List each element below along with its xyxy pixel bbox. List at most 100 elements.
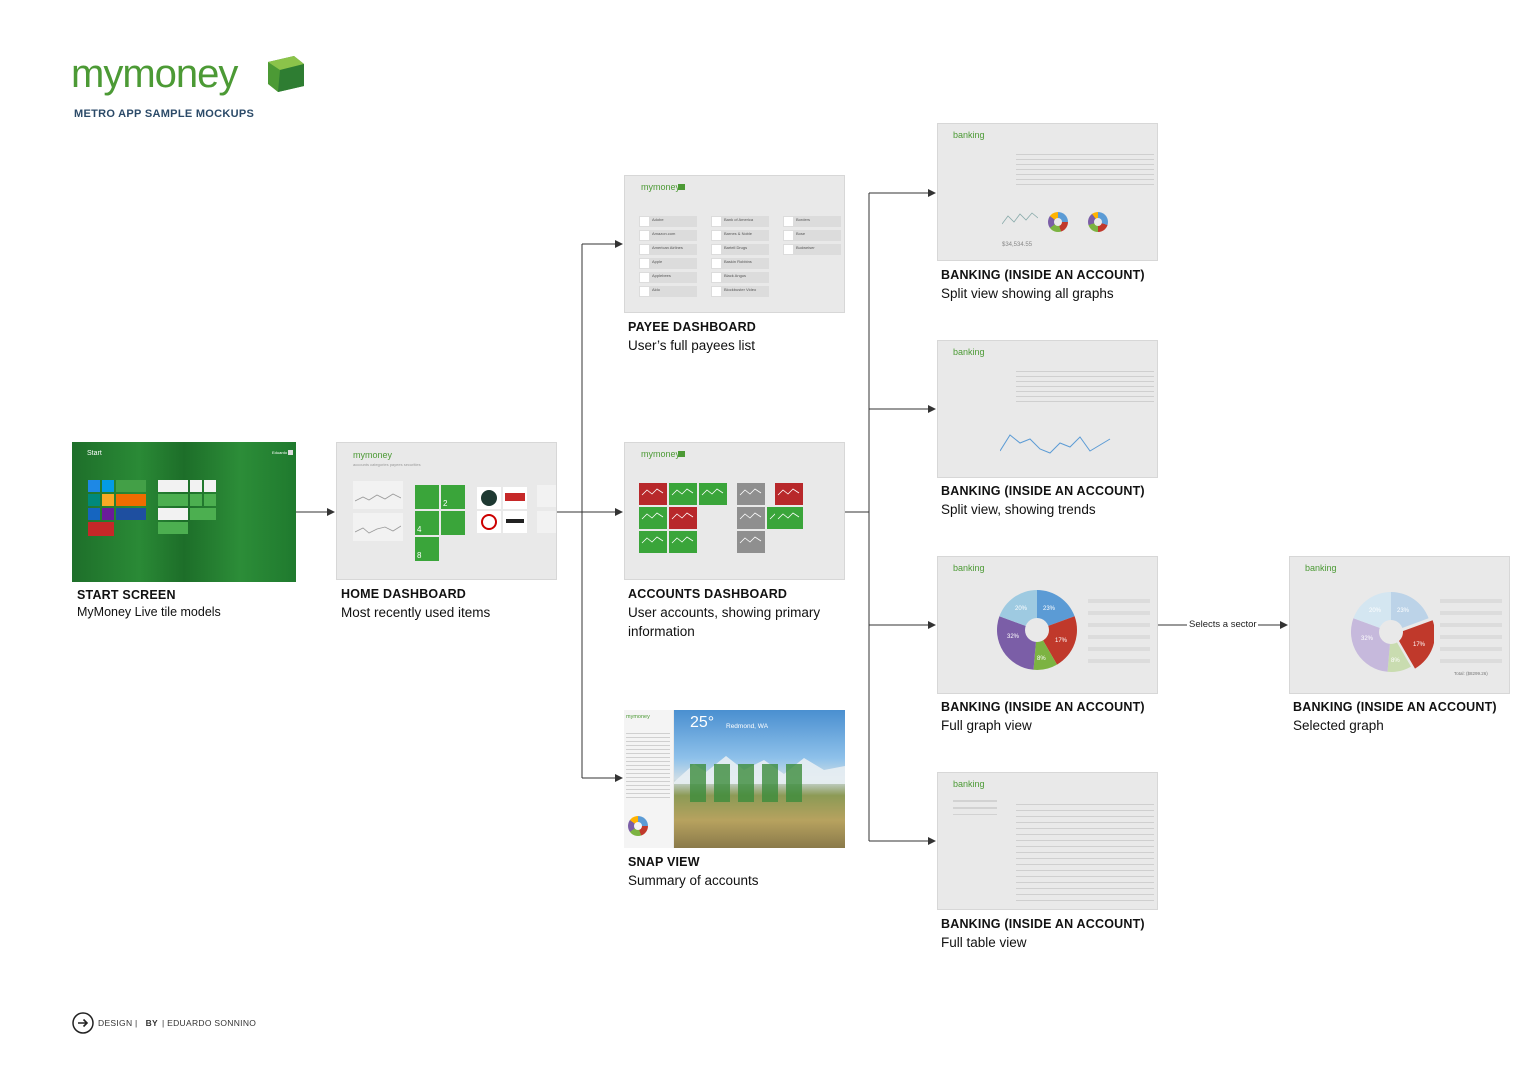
tile-teal[interactable]	[88, 494, 100, 506]
account-tile[interactable]	[639, 507, 667, 529]
account-tile[interactable]	[737, 531, 765, 553]
account-tile[interactable]	[669, 483, 697, 505]
account-tile[interactable]	[737, 507, 765, 529]
starbucks-logo-icon[interactable]	[477, 487, 501, 509]
home-tile-number-2: 2	[443, 499, 448, 508]
accounts-dashboard-thumbnail[interactable]: mymoney	[624, 442, 845, 580]
account-tile[interactable]	[737, 483, 765, 505]
payee-item[interactable]: Applebees	[639, 272, 697, 283]
home-category-tile-4[interactable]	[441, 511, 465, 535]
account-tile[interactable]	[669, 531, 697, 553]
banking-selected-desc: Selected graph	[1293, 718, 1384, 733]
payee-dashboard-thumbnail[interactable]: mymoney Adobe Amazon.com American Airlines…	[624, 175, 845, 313]
account-tile[interactable]	[775, 507, 803, 529]
home-tabs: accounts categories payees securities	[353, 462, 421, 467]
weather-city: Redmond, WA	[726, 723, 769, 730]
banking-trends-desc: Split view, showing trends	[941, 502, 1096, 517]
target-logo-icon[interactable]	[477, 511, 501, 533]
payee-item[interactable]: Bose	[783, 230, 841, 241]
payee-item[interactable]: Bartell Drugs	[711, 244, 769, 255]
footer-design: DESIGN |	[98, 1018, 138, 1028]
tile-blue-wide[interactable]	[116, 508, 146, 520]
tile-mymoney-4[interactable]	[158, 494, 188, 506]
forecast-tile-1[interactable]	[690, 764, 706, 802]
home-category-tile-5[interactable]: 8	[415, 537, 439, 561]
account-tile[interactable]	[669, 507, 697, 529]
home-dashboard-thumbnail[interactable]: mymoney accounts categories payees secur…	[336, 442, 557, 580]
payee-item[interactable]: Black Angus	[711, 272, 769, 283]
payee-item[interactable]: Baskin Robbins	[711, 258, 769, 269]
forecast-tile-2[interactable]	[714, 764, 730, 802]
start-screen-desc: MyMoney Live tile models	[77, 605, 221, 619]
payee-item[interactable]: Blockbuster Video	[711, 286, 769, 297]
banking-selected-graph-thumbnail[interactable]: banking 20% 23% 17% 8% 32% Total: ($8299…	[1289, 556, 1510, 694]
forecast-tile-3[interactable]	[738, 764, 754, 802]
payee-item[interactable]: Borders	[783, 216, 841, 227]
banking-selected-app-title: banking	[1305, 563, 1337, 573]
tile-mymoney-8[interactable]	[190, 508, 216, 520]
home-app-title: mymoney	[353, 450, 393, 460]
tile-green-wide[interactable]	[116, 480, 146, 492]
home-security-card-1[interactable]	[537, 485, 556, 507]
tile-mymoney-5[interactable]	[190, 494, 202, 506]
payee-logo-icon	[712, 217, 721, 226]
payee-item[interactable]: Bank of America	[711, 216, 769, 227]
snap-view-thumbnail[interactable]: mymoney 25° Redmond, WA	[624, 710, 845, 848]
tile-mymoney-6[interactable]	[204, 494, 216, 506]
tile-windows[interactable]	[88, 508, 100, 520]
account-sparkline	[739, 536, 762, 544]
selected-pie-label-8: 8%	[1391, 658, 1400, 664]
payee-item[interactable]: Budweiser	[783, 244, 841, 255]
tile-mymoney-1[interactable]	[158, 480, 188, 492]
start-screen-thumbnail[interactable]: Start Eduardo	[72, 442, 296, 582]
edge-label-selects-sector: Selects a sector	[1189, 619, 1257, 630]
forecast-tile-5[interactable]	[786, 764, 802, 802]
payee-dashboard-desc: User’s full payees list	[628, 338, 756, 353]
payee-name: Barnes & Noble	[724, 231, 753, 236]
tile-mymoney-3[interactable]	[204, 480, 216, 492]
account-tile[interactable]	[639, 483, 667, 505]
account-tile[interactable]	[775, 483, 803, 505]
payee-item[interactable]: American Airlines	[639, 244, 697, 255]
forecast-tile-4[interactable]	[762, 764, 778, 802]
payee-item[interactable]: Aldo	[639, 286, 697, 297]
home-tile-number-8: 8	[417, 551, 422, 560]
payee-name: Apple	[652, 259, 663, 264]
tile-mymoney-7[interactable]	[158, 508, 188, 520]
payee-logo-icon	[712, 273, 721, 282]
banking-all-graphs-thumbnail[interactable]: banking $34,534.55	[937, 123, 1158, 261]
home-category-tile-3[interactable]: 4	[415, 511, 439, 535]
payee-app-icon	[678, 184, 685, 190]
tile-purple[interactable]	[102, 508, 114, 520]
account-tile[interactable]	[639, 531, 667, 553]
amazon-logo-icon[interactable]	[503, 511, 527, 533]
payee-name: Baskin Robbins	[724, 259, 752, 264]
banking-table-desc: Full table view	[941, 935, 1027, 950]
account-tile[interactable]	[699, 483, 727, 505]
tile-orange-wide[interactable]	[116, 494, 146, 506]
payee-item[interactable]: Adobe	[639, 216, 697, 227]
banking-full-table-thumbnail[interactable]: banking	[937, 772, 1158, 910]
tile-red-logo[interactable]	[88, 522, 114, 536]
payee-logo-icon	[640, 231, 649, 240]
home-security-card-2[interactable]	[537, 511, 556, 533]
payee-list: Adobe Amazon.com American Airlines Apple App…	[639, 216, 844, 306]
account-sparkline	[641, 488, 664, 496]
banking-full-graph-thumbnail[interactable]: banking 20% 23% 17% 8% 32%	[937, 556, 1158, 694]
banking-all-donut-1	[1048, 212, 1068, 232]
costco-logo-icon[interactable]	[503, 487, 527, 509]
payee-item[interactable]: Amazon.com	[639, 230, 697, 241]
tile-mymoney-2[interactable]	[190, 480, 202, 492]
tile-yellow[interactable]	[102, 494, 114, 506]
tile-blue[interactable]	[102, 480, 114, 492]
banking-trends-thumbnail[interactable]: banking	[937, 340, 1158, 478]
payee-logo-icon	[712, 259, 721, 268]
payee-item[interactable]: Apple	[639, 258, 697, 269]
payee-name: Adobe	[652, 217, 664, 222]
home-category-tile-1[interactable]	[415, 485, 439, 509]
home-category-tile-2[interactable]: 2	[441, 485, 465, 509]
tile-ie[interactable]	[88, 480, 100, 492]
tile-mymoney-9[interactable]	[158, 522, 188, 534]
payee-item[interactable]: Barnes & Noble	[711, 230, 769, 241]
payee-logo-icon	[712, 287, 721, 296]
